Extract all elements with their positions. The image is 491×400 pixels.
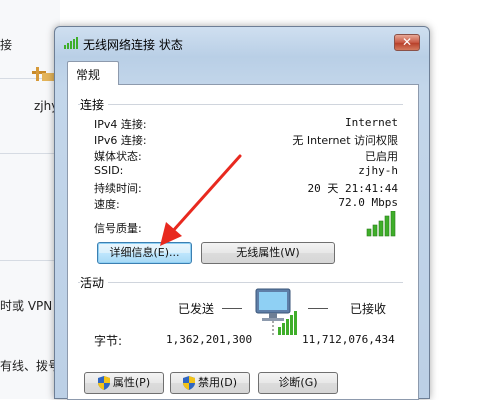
general-panel: 连接 IPv4 连接: Internet IPv6 连接: 无 Internet…: [67, 84, 419, 400]
properties-button[interactable]: 属性(P): [84, 372, 164, 394]
bg-text-vpn[interactable]: 时或 VPN: [0, 297, 52, 314]
uac-shield-icon: [97, 376, 110, 390]
background-window: 接 zjhy 时或 VPN 有线、拨号: [0, 0, 60, 399]
ssid-label: SSID:: [94, 164, 124, 177]
bytes-received-value: 11,712,076,434: [302, 333, 395, 346]
sent-line: [222, 308, 242, 309]
section-divider: [78, 282, 403, 283]
speed-value: 72.0 Mbps: [338, 196, 398, 209]
activity-section-label: 活动: [80, 274, 109, 291]
bytes-sent-value: 1,362,201,300: [166, 333, 253, 346]
signal-quality-label: 信号质量:: [94, 222, 142, 235]
media-state-label: 媒体状态:: [94, 150, 142, 163]
ipv4-label: IPv4 连接:: [94, 118, 147, 131]
sent-label: 已发送: [178, 302, 215, 316]
bg-text-dialup[interactable]: 有线、拨号: [0, 357, 60, 374]
speed-label: 速度:: [94, 198, 120, 211]
details-button[interactable]: 详细信息(E)...: [97, 242, 192, 264]
received-line: [308, 308, 328, 309]
disable-button[interactable]: 禁用(D): [170, 372, 250, 394]
bg-text-connect: 接: [0, 38, 13, 52]
close-button[interactable]: ✕: [394, 34, 420, 51]
duration-label: 持续时间:: [94, 182, 142, 195]
bg-divider: [0, 153, 56, 154]
ssid-value: zjhy-h: [358, 164, 398, 177]
window-title: 无线网络连接 状态: [83, 38, 183, 52]
bytes-label: 字节:: [94, 334, 123, 348]
tab-general[interactable]: 常规: [67, 61, 119, 85]
wireless-properties-button[interactable]: 无线属性(W): [201, 242, 335, 264]
signal-strength-icon: [366, 211, 396, 237]
network-user-icon: [32, 67, 54, 81]
diagnose-button[interactable]: 诊断(G): [258, 372, 338, 394]
properties-button-label: 属性(P): [112, 376, 151, 389]
section-divider: [78, 104, 403, 105]
title-bar[interactable]: 无线网络连接 状态 ✕: [55, 27, 429, 59]
received-label: 已接收: [350, 302, 387, 316]
wireless-signal-icon: [64, 37, 78, 49]
media-state-value: 已启用: [365, 150, 398, 163]
disable-button-label: 禁用(D): [197, 376, 238, 389]
wireless-status-dialog: 无线网络连接 状态 ✕ 常规 连接 IPv4 连接: Internet IPv6…: [54, 26, 430, 400]
ipv4-value: Internet: [345, 116, 398, 129]
ipv6-value: 无 Internet 访问权限: [292, 134, 398, 147]
network-computer-icon: [255, 288, 297, 335]
uac-shield-icon: [182, 376, 195, 390]
bg-divider: [0, 260, 56, 261]
duration-value: 20 天 21:41:44: [307, 182, 398, 195]
connection-section-label: 连接: [80, 96, 109, 113]
ipv6-label: IPv6 连接:: [94, 134, 147, 147]
